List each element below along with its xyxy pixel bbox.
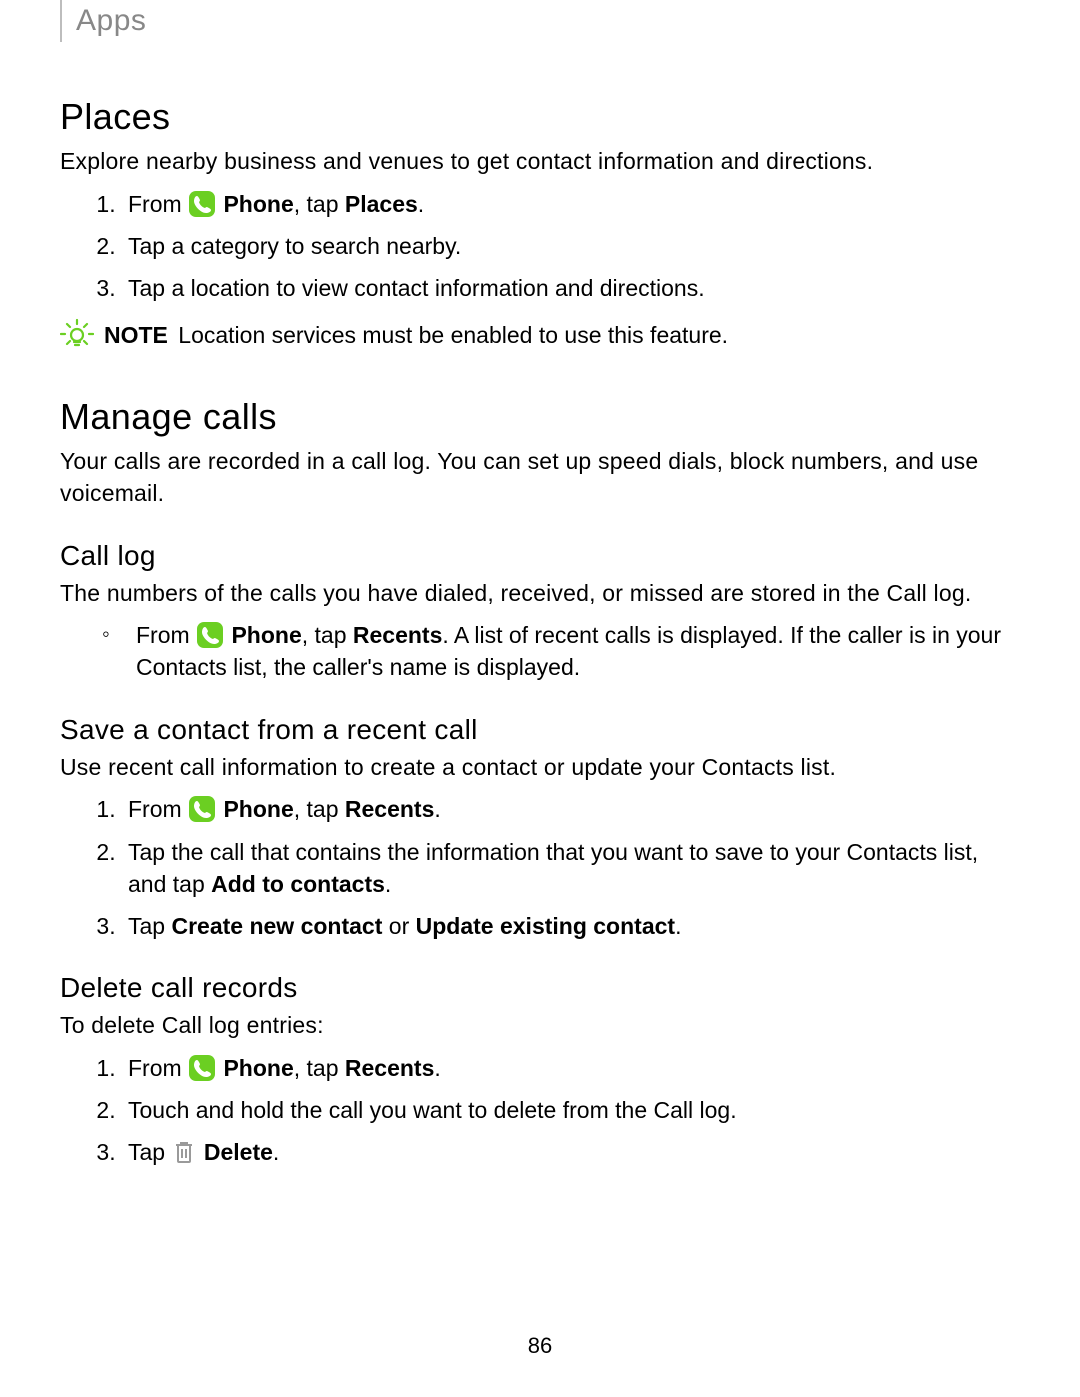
subheading-save-contact: Save a contact from a recent call [60, 714, 1020, 746]
delete-step-1: From Phone, tap Recents. [122, 1052, 1020, 1084]
delete-steps: From Phone, tap Recents. Touch and hold … [60, 1052, 1020, 1169]
phone-icon [197, 622, 223, 648]
manage-intro: Your calls are recorded in a call log. Y… [60, 446, 1020, 509]
phone-icon [189, 796, 215, 822]
places-intro: Explore nearby business and venues to ge… [60, 146, 1020, 178]
section-heading-manage-calls: Manage calls [60, 396, 1020, 438]
delete-step-3: Tap Delete. [122, 1136, 1020, 1168]
places-step-1: From Phone, tap Places. [122, 188, 1020, 220]
trash-icon [173, 1139, 195, 1165]
calllog-bullets: From Phone, tap Recents. A list of recen… [60, 619, 1020, 683]
save-steps: From Phone, tap Recents. Tap the call th… [60, 793, 1020, 942]
places-steps: From Phone, tap Places. Tap a category t… [60, 188, 1020, 305]
manual-page: Apps Places Explore nearby business and … [0, 0, 1080, 1397]
phone-icon [189, 1055, 215, 1081]
save-intro: Use recent call information to create a … [60, 752, 1020, 784]
save-step-2: Tap the call that contains the informati… [122, 836, 1020, 900]
section-heading-places: Places [60, 96, 1020, 138]
note-body: Location services must be enabled to use… [178, 322, 728, 348]
tip-icon [60, 317, 94, 351]
note-label: NOTE [104, 322, 168, 348]
calllog-intro: The numbers of the calls you have dialed… [60, 578, 1020, 610]
places-note: NOTE Location services must be enabled t… [60, 320, 1020, 352]
delete-step-2: Touch and hold the call you want to dele… [122, 1094, 1020, 1126]
breadcrumb: Apps [60, 0, 146, 42]
save-step-3: Tap Create new contact or Update existin… [122, 910, 1020, 942]
subheading-delete-records: Delete call records [60, 972, 1020, 1004]
page-number: 86 [0, 1333, 1080, 1359]
places-step-3: Tap a location to view contact informati… [122, 272, 1020, 304]
calllog-bullet-1: From Phone, tap Recents. A list of recen… [102, 619, 1020, 683]
subheading-call-log: Call log [60, 540, 1020, 572]
places-step-2: Tap a category to search nearby. [122, 230, 1020, 262]
delete-intro: To delete Call log entries: [60, 1010, 1020, 1042]
save-step-1: From Phone, tap Recents. [122, 793, 1020, 825]
phone-icon [189, 191, 215, 217]
